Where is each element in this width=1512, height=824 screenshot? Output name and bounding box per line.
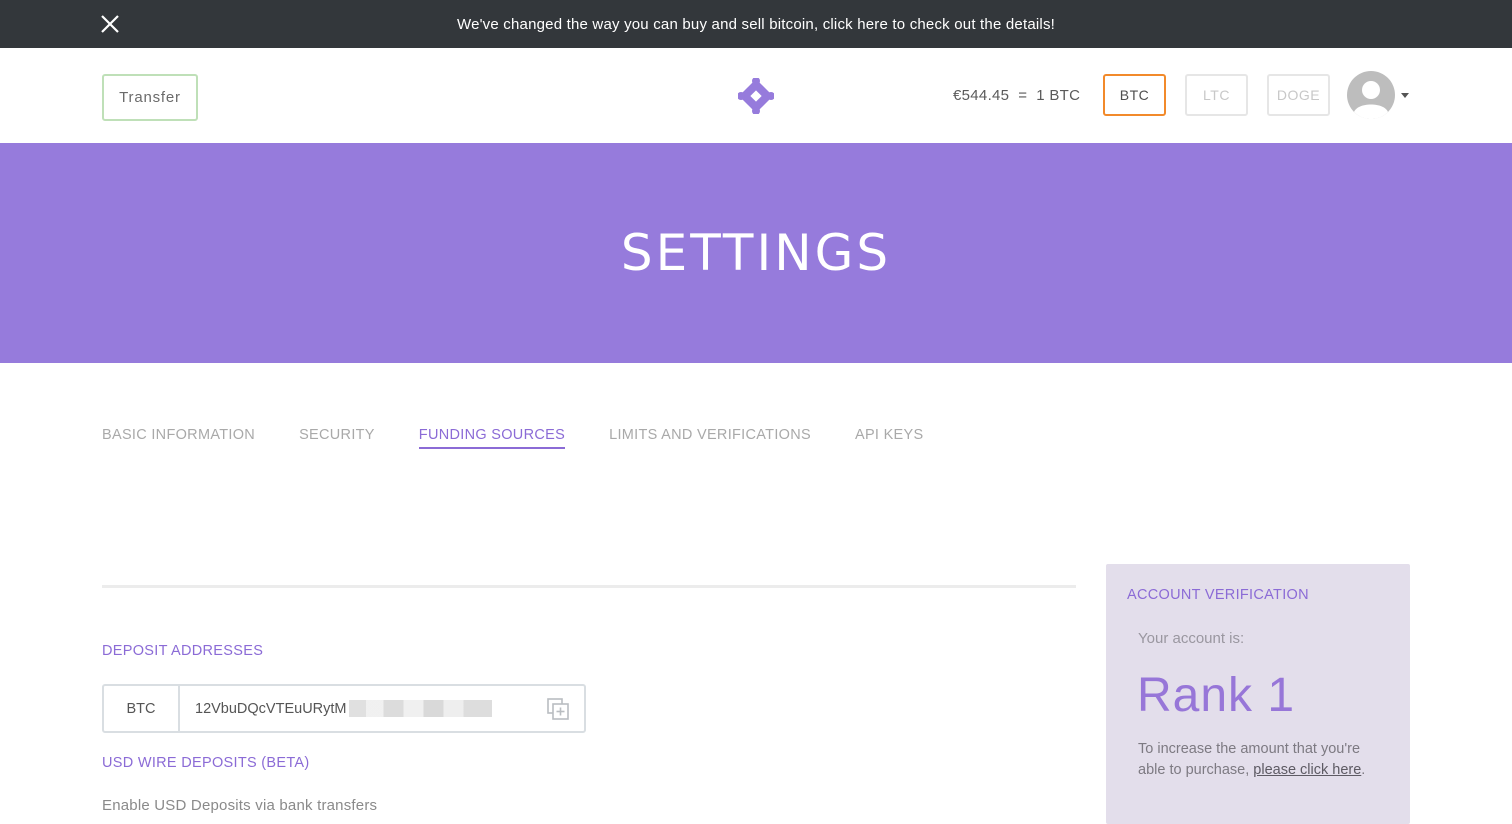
deposit-address-field[interactable]: BTC 12VbuDQcVTEuURytM <box>102 684 586 733</box>
announcement-text[interactable]: We've changed the way you can buy and se… <box>457 16 1055 33</box>
page-title: SETTINGS <box>620 224 892 282</box>
currency-ltc-button[interactable]: LTC <box>1185 74 1248 116</box>
tab-security[interactable]: SECURITY <box>299 427 375 449</box>
account-verification-card: ACCOUNT VERIFICATION Your account is: Ra… <box>1106 564 1410 824</box>
tab-limits-and-verifications[interactable]: LIMITS AND VERIFICATIONS <box>609 427 811 449</box>
verification-desc-suffix: . <box>1361 762 1366 778</box>
verification-title: ACCOUNT VERIFICATION <box>1127 587 1309 603</box>
increase-limit-link[interactable]: please click here <box>1253 762 1361 778</box>
deposit-address-value[interactable]: 12VbuDQcVTEuURytM <box>180 686 584 731</box>
user-avatar-icon[interactable] <box>1347 71 1395 120</box>
verification-rank: Rank 1 <box>1137 669 1296 722</box>
chevron-down-icon[interactable] <box>1401 92 1409 98</box>
deposit-currency-label: BTC <box>104 686 180 731</box>
account-menu[interactable] <box>1347 71 1409 120</box>
tab-api-keys[interactable]: API KEYS <box>855 427 924 449</box>
transfer-button[interactable]: Transfer <box>102 74 198 121</box>
top-header: Transfer €544.45 = 1 BTC BTC LTC DOGE <box>0 48 1512 143</box>
deposit-addresses-heading: DEPOSIT ADDRESSES <box>102 643 264 659</box>
currency-btc-button[interactable]: BTC <box>1103 74 1166 116</box>
announcement-bar[interactable]: We've changed the way you can buy and se… <box>0 0 1512 48</box>
diamond-logo-icon[interactable] <box>737 77 775 115</box>
settings-tabs: BASIC INFORMATION SECURITY FUNDING SOURC… <box>102 427 923 449</box>
tab-funding-sources[interactable]: FUNDING SOURCES <box>418 427 566 449</box>
close-icon[interactable] <box>98 12 122 36</box>
usd-wire-heading: USD WIRE DEPOSITS (BETA) <box>102 755 310 771</box>
usd-wire-description: Enable USD Deposits via bank transfers <box>102 797 378 814</box>
section-divider <box>102 585 1076 588</box>
verification-subtitle: Your account is: <box>1138 630 1245 647</box>
tab-basic-information[interactable]: BASIC INFORMATION <box>102 427 255 449</box>
address-redaction <box>348 700 492 717</box>
verification-description: To increase the amount that you're able … <box>1138 739 1388 781</box>
copy-icon[interactable] <box>546 697 570 721</box>
deposit-address-text[interactable]: 12VbuDQcVTEuURytM <box>195 701 347 717</box>
currency-doge-button[interactable]: DOGE <box>1267 74 1330 116</box>
settings-hero: SETTINGS <box>0 143 1512 363</box>
exchange-rate: €544.45 = 1 BTC <box>953 87 1081 104</box>
